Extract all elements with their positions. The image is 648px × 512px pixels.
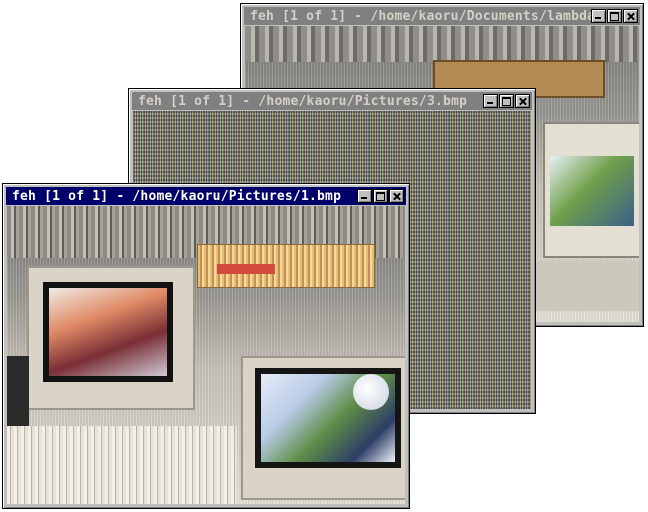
close-icon[interactable]: [623, 9, 638, 23]
maximize-icon[interactable]: [373, 189, 388, 203]
window-titlebar[interactable]: feh [1 of 1] - /home/kaoru/Pictures/1.bm…: [6, 187, 406, 205]
window-title: feh [1 of 1] - /home/kaoru/Pictures/3.bm…: [138, 93, 468, 109]
close-icon[interactable]: [515, 94, 530, 108]
feh-window-1-bmp[interactable]: feh [1 of 1] - /home/kaoru/Pictures/1.bm…: [2, 183, 410, 509]
window-titlebar[interactable]: feh [1 of 1] - /home/kaoru/Pictures/3.bm…: [132, 92, 532, 110]
window-title: feh [1 of 1] - /home/kaoru/Pictures/1.bm…: [12, 188, 342, 204]
window-controls: [483, 94, 532, 108]
minimize-icon[interactable]: [591, 9, 606, 23]
maximize-icon[interactable]: [607, 9, 622, 23]
minimize-icon[interactable]: [357, 189, 372, 203]
window-controls: [591, 9, 640, 23]
window-controls: [357, 189, 406, 203]
image-viewport[interactable]: [7, 206, 405, 504]
close-icon[interactable]: [389, 189, 404, 203]
window-titlebar[interactable]: feh [1 of 1] - /home/kaoru/Documents/lam…: [244, 7, 640, 25]
photo-office-monitors: [7, 206, 405, 504]
maximize-icon[interactable]: [499, 94, 514, 108]
window-title: feh [1 of 1] - /home/kaoru/Documents/lam…: [250, 8, 591, 24]
minimize-icon[interactable]: [483, 94, 498, 108]
